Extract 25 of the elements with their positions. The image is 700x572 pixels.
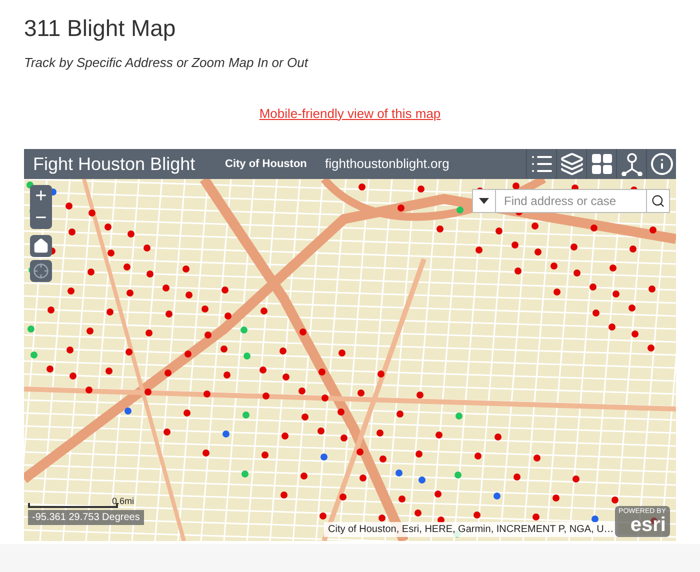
organization-label: City of Houston xyxy=(225,156,308,172)
search-field[interactable]: Find address or case xyxy=(496,189,646,213)
home-icon xyxy=(33,238,49,254)
layers-icon xyxy=(560,152,584,176)
coordinates-label: -95.361 29.753 Degrees xyxy=(28,510,144,525)
info-icon xyxy=(650,152,674,176)
app-title: Fight Houston Blight xyxy=(33,152,196,176)
search-icon xyxy=(651,194,665,208)
crosshair-icon xyxy=(33,263,49,279)
page-title: 311 Blight Map xyxy=(24,14,177,42)
attribution-label: City of Houston, Esri, HERE, Garmin, INCREMENT P, NGA, U… xyxy=(324,522,618,537)
pin-branches-icon xyxy=(620,152,642,176)
mobile-view-link[interactable]: Mobile-friendly view of this map xyxy=(259,104,441,123)
search-dropdown-button[interactable] xyxy=(472,189,496,213)
zoom-out-button[interactable]: − xyxy=(30,207,52,229)
grid-icon xyxy=(590,152,614,176)
page-subtitle: Track by Specific Address or Zoom Map In or Out xyxy=(24,54,310,72)
zoom-in-button[interactable]: + xyxy=(30,185,52,207)
search-button[interactable] xyxy=(646,189,670,213)
home-button[interactable] xyxy=(30,235,52,257)
website-label: fighthoustonblight.org xyxy=(325,155,450,174)
scale-label: 0.6mi xyxy=(112,494,134,508)
locate-button[interactable] xyxy=(30,260,52,282)
caret-down-icon xyxy=(479,198,489,204)
logo-name: esri xyxy=(630,515,666,535)
